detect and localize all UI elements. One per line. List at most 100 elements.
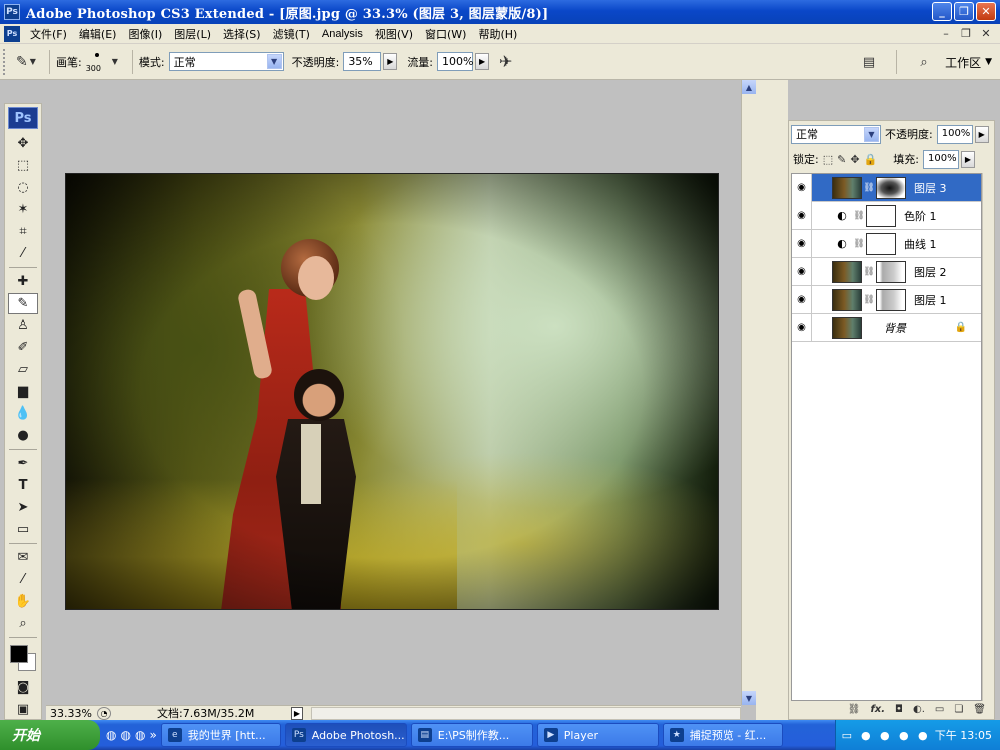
layer-blend-mode-select[interactable]: 正常 ▼	[791, 124, 881, 144]
layer-mask-thumbnail[interactable]	[876, 176, 906, 199]
qq-icon[interactable]: ●	[916, 728, 930, 742]
new-layer-icon[interactable]: ❏	[954, 704, 963, 715]
magic-wand-tool-icon[interactable]: ✶	[8, 199, 38, 220]
flow-slider-button[interactable]: ▶	[475, 53, 490, 70]
menu-help[interactable]: 帮助(H)	[472, 26, 523, 42]
layer-style-icon[interactable]: fx.	[870, 704, 885, 715]
shape-tool-icon[interactable]: ▭	[8, 519, 38, 540]
history-brush-tool-icon[interactable]: ✐	[8, 337, 38, 358]
zoom-tool-icon[interactable]: ⌕	[8, 613, 38, 634]
link-layers-icon[interactable]: ⛓	[848, 704, 861, 715]
mask-link-icon[interactable]: ⛓	[852, 211, 866, 221]
close-button[interactable]: ✕	[976, 2, 996, 21]
blur-tool-icon[interactable]: 💧	[8, 403, 38, 424]
menu-file[interactable]: 文件(F)	[24, 26, 73, 42]
layer-opacity-input[interactable]: 100%	[936, 124, 973, 144]
scroll-down-icon[interactable]: ▼	[742, 691, 756, 705]
layer-mask-thumbnail[interactable]	[876, 260, 906, 283]
canvas-vertical-scrollbar[interactable]: ▲ ▼	[741, 80, 756, 705]
layer-row[interactable]: ◉ ◐ ⛓ 曲线 1	[792, 229, 981, 258]
flow-input[interactable]: 100%	[437, 52, 473, 71]
layer-row[interactable]: ◉ ⛓ 图层 3	[792, 173, 981, 202]
palette-well-icon[interactable]: ▤	[858, 51, 880, 73]
quick-launch-icon[interactable]: ◍	[135, 728, 145, 742]
marquee-tool-icon[interactable]: ⬚	[8, 155, 38, 176]
brush-dropdown-icon[interactable]: ▼	[112, 57, 118, 66]
quick-launch-icon[interactable]: ◍	[106, 728, 116, 742]
brush-picker[interactable]: 300	[86, 48, 108, 76]
foreground-color-swatch[interactable]	[10, 645, 28, 663]
menu-filter[interactable]: 滤镜(T)	[267, 26, 316, 42]
doc-close-button[interactable]: ✕	[978, 26, 994, 40]
menu-window[interactable]: 窗口(W)	[419, 26, 472, 42]
layer-row[interactable]: ◉ ⛓ 图层 2	[792, 257, 981, 286]
mask-link-icon[interactable]: ⛓	[862, 267, 876, 277]
menu-analysis[interactable]: Analysis	[316, 28, 369, 40]
doc-restore-button[interactable]: ❐	[958, 26, 974, 40]
canvas-horizontal-scrollbar[interactable]	[311, 706, 741, 720]
qq-icon[interactable]: ●	[859, 728, 873, 742]
bridge-icon[interactable]: ⌕	[913, 51, 935, 73]
healing-brush-tool-icon[interactable]: ✚	[8, 271, 38, 292]
start-button[interactable]: 开始	[0, 720, 100, 750]
visibility-eye-icon[interactable]: ◉	[792, 201, 812, 230]
menu-select[interactable]: 选择(S)	[217, 26, 267, 42]
type-tool-icon[interactable]: T	[8, 475, 38, 496]
scroll-up-icon[interactable]: ▲	[742, 80, 756, 94]
path-selection-tool-icon[interactable]: ➤	[8, 497, 38, 518]
visibility-eye-icon[interactable]: ◉	[792, 285, 812, 314]
lock-position-icon[interactable]: ✥	[850, 153, 859, 166]
menu-edit[interactable]: 编辑(E)	[73, 26, 123, 42]
visibility-eye-icon[interactable]: ◉	[792, 257, 812, 286]
delete-layer-icon[interactable]: 🗑	[973, 704, 986, 715]
layer-name[interactable]: 图层 3	[914, 180, 947, 196]
minimize-button[interactable]: _	[932, 2, 952, 21]
slice-tool-icon[interactable]: ⁄	[8, 243, 38, 264]
layer-mask-thumbnail[interactable]	[866, 204, 896, 227]
layer-name[interactable]: 背景	[884, 320, 906, 336]
eyedropper-tool-icon[interactable]: ⁄	[8, 569, 38, 590]
move-tool-icon[interactable]: ✥	[8, 133, 38, 154]
layer-name[interactable]: 图层 2	[914, 264, 947, 280]
workspace-button[interactable]: 工作区 ▼	[945, 54, 992, 71]
layers-scrollbar[interactable]	[982, 173, 994, 701]
eraser-tool-icon[interactable]: ▱	[8, 359, 38, 380]
taskbar-task-photoshop[interactable]: Ps Adobe Photosh...	[284, 723, 407, 747]
mask-link-icon[interactable]: ⛓	[852, 239, 866, 249]
fill-input[interactable]: 100%	[922, 149, 959, 169]
mask-link-icon[interactable]: ⛓	[862, 295, 876, 305]
doc-minimize-button[interactable]: –	[938, 26, 954, 40]
layer-mask-thumbnail[interactable]	[876, 288, 906, 311]
new-group-icon[interactable]: ▭	[935, 704, 944, 715]
lock-transparency-icon[interactable]: ⬚	[823, 153, 833, 166]
new-adjustment-layer-icon[interactable]: ◐.	[913, 704, 925, 715]
clone-stamp-tool-icon[interactable]: ♙	[8, 315, 38, 336]
fill-slider-button[interactable]: ▶	[960, 150, 975, 168]
crop-tool-icon[interactable]: ⌗	[8, 221, 38, 242]
status-info-icon[interactable]: ◔	[97, 706, 111, 720]
menu-layer[interactable]: 图层(L)	[168, 26, 217, 42]
opacity-slider-button[interactable]: ▶	[383, 53, 398, 70]
layer-name[interactable]: 图层 1	[914, 292, 947, 308]
menu-image[interactable]: 图像(I)	[122, 26, 168, 42]
clock[interactable]: 下午 13:05	[935, 727, 992, 743]
hand-tool-icon[interactable]: ✋	[8, 591, 38, 612]
brush-tool-icon[interactable]: ✎	[8, 293, 38, 314]
quick-launch-more-icon[interactable]: »	[149, 728, 156, 742]
menu-view[interactable]: 视图(V)	[369, 26, 419, 42]
taskbar-task-capture[interactable]: ★ 捕捉预览 - 红...	[662, 723, 783, 747]
airbrush-icon[interactable]: ✈	[499, 52, 512, 71]
lock-pixels-icon[interactable]: ✎	[837, 153, 846, 166]
document-canvas-image[interactable]	[65, 173, 719, 610]
lock-all-icon[interactable]: 🔒	[864, 153, 878, 166]
layer-name[interactable]: 色阶 1	[904, 208, 937, 224]
layer-row[interactable]: ◉ ⛓ 图层 1	[792, 285, 981, 314]
color-swatches[interactable]	[8, 641, 38, 675]
notes-tool-icon[interactable]: ✉	[8, 547, 38, 568]
visibility-eye-icon[interactable]: ◉	[792, 173, 812, 202]
mask-link-icon[interactable]: ⛓	[862, 183, 876, 193]
network-icon[interactable]: ▭	[840, 728, 854, 742]
status-menu-arrow-icon[interactable]: ▶	[291, 706, 303, 720]
quick-mask-icon[interactable]: ◙	[8, 677, 38, 698]
taskbar-task-browser[interactable]: e 我的世界 [htt...	[160, 723, 281, 747]
